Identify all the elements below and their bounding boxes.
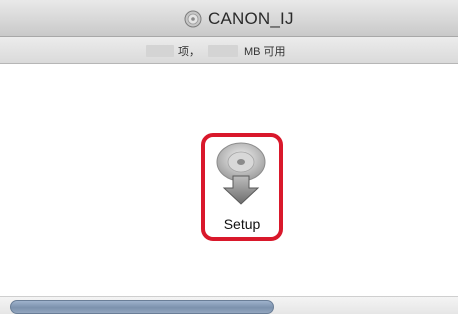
installer-disc-icon[interactable]: [208, 142, 274, 210]
status-bar: 项， MB 可用: [0, 37, 458, 64]
item-count-redacted: [146, 45, 174, 57]
item-count-label: 项，: [178, 46, 200, 58]
window-title: CANON_IJ: [184, 8, 294, 30]
window-title-text: CANON_IJ: [208, 9, 294, 28]
window-titlebar: CANON_IJ: [0, 0, 458, 37]
available-space-label: MB 可用: [244, 46, 286, 58]
disc-icon: [184, 10, 202, 28]
available-space-redacted: [208, 45, 238, 57]
status-text: 项， MB 可用: [146, 43, 286, 59]
horizontal-scrollbar-thumb[interactable]: [10, 300, 274, 314]
setup-label[interactable]: Setup: [201, 216, 283, 232]
